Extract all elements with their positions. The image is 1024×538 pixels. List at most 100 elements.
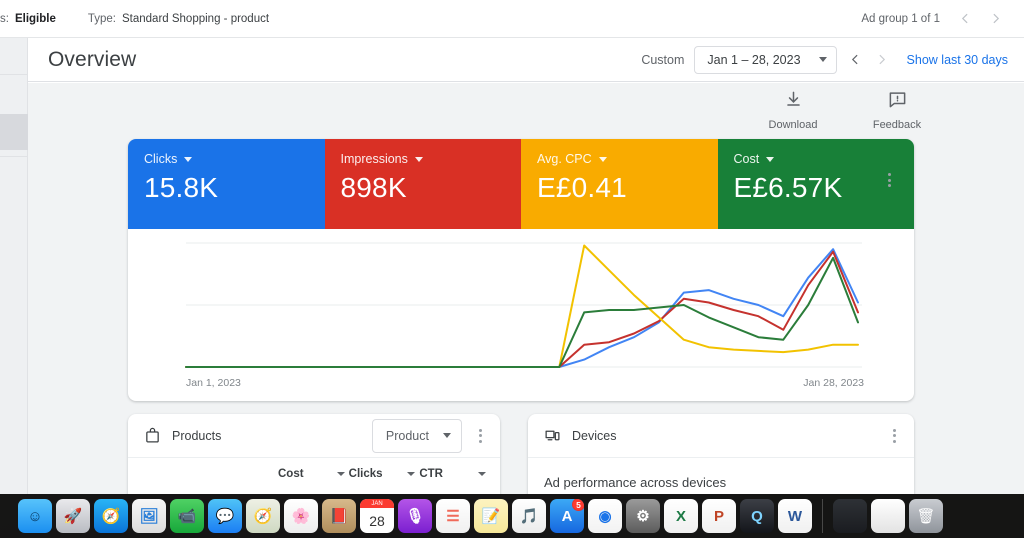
- metric-tile-clicks[interactable]: Clicks 15.8K: [128, 139, 325, 229]
- dock-item-facetime[interactable]: 📹: [170, 499, 204, 533]
- dock-item-messages[interactable]: 💬: [208, 499, 242, 533]
- date-nav: [843, 47, 895, 73]
- metric-name: Clicks: [144, 152, 178, 166]
- download-button[interactable]: Download: [762, 90, 824, 131]
- dock-item-excel[interactable]: X: [664, 499, 698, 533]
- finder-icon: ☺: [27, 507, 43, 525]
- chevron-down-icon: [336, 472, 345, 476]
- chevron-left-icon[interactable]: [952, 6, 978, 32]
- chevron-down-icon: [407, 472, 416, 476]
- word-icon: W: [787, 507, 803, 525]
- dock-item-photos[interactable]: 🌸: [284, 499, 318, 533]
- dock-minimized-terminal-window[interactable]: [833, 499, 867, 533]
- type-value: Standard Shopping - product: [122, 12, 270, 25]
- product-segment-select[interactable]: Product: [371, 418, 462, 453]
- products-panel-header: Products Product: [128, 414, 500, 458]
- devices-panel-body: Ad performance across devices: [528, 458, 914, 492]
- column-header-ctr[interactable]: CTR: [419, 468, 487, 480]
- dock-item-safari[interactable]: 🧭: [94, 499, 128, 533]
- sidebar-item-selected[interactable]: [0, 114, 28, 150]
- metric-name: Avg. CPC: [537, 152, 592, 166]
- ad-group-pager: Ad group 1 of 1: [861, 6, 1024, 32]
- app-store-icon: A: [561, 507, 573, 525]
- dock-item-itunes[interactable]: 🎵: [512, 499, 546, 533]
- devices-description: Ad performance across devices: [544, 475, 727, 490]
- dock-item-launchpad[interactable]: 🚀: [56, 499, 90, 533]
- dock-item-system-prefs[interactable]: ⚙: [626, 499, 660, 533]
- trash-icon: 🗑: [916, 508, 936, 525]
- system-prefs-icon: ⚙: [636, 508, 650, 525]
- devices-panel-header: Devices: [528, 414, 914, 458]
- date-range-picker[interactable]: Jan 1 – 28, 2023: [694, 45, 837, 74]
- dock-item-app-store[interactable]: A5: [550, 499, 584, 533]
- column-header-cost[interactable]: Cost: [278, 468, 345, 480]
- chevron-down-icon[interactable]: [766, 156, 775, 162]
- chart-canvas: [185, 242, 862, 368]
- metric-tile-header: Cost: [734, 152, 915, 166]
- dock-item-maps[interactable]: 🧭: [246, 499, 280, 533]
- performance-chart: Jan 1, 2023 Jan 28, 2023: [128, 229, 914, 401]
- dock-item-notes[interactable]: 📝: [474, 499, 508, 533]
- dot: [887, 184, 891, 187]
- excel-icon: X: [675, 507, 686, 525]
- chevron-down-icon: [443, 433, 451, 438]
- powerpoint-icon: P: [713, 507, 724, 525]
- dot: [887, 178, 891, 182]
- dock-item-powerpoint[interactable]: P: [702, 499, 736, 533]
- dock-item-contacts[interactable]: 📕: [322, 499, 356, 533]
- launchpad-icon: 🚀: [63, 508, 83, 525]
- sidebar-rail[interactable]: [0, 38, 28, 494]
- dock-item-quicktime[interactable]: Q: [740, 499, 774, 533]
- date-range-value: Jan 1 – 28, 2023: [707, 52, 801, 67]
- dock-item-podcasts[interactable]: 🎙: [398, 499, 432, 533]
- dock-item-trash[interactable]: 🗑: [909, 499, 943, 533]
- dock-item-word[interactable]: W: [778, 499, 812, 533]
- dock-item-chrome[interactable]: ◉: [588, 499, 622, 533]
- calendar-month: JAN: [360, 499, 394, 508]
- metric-tile-impressions[interactable]: Impressions 898K: [324, 139, 522, 229]
- date-controls: Custom Jan 1 – 28, 2023 Show last 30 day…: [641, 45, 1024, 74]
- previous-period-button[interactable]: [843, 47, 869, 73]
- dot: [478, 439, 482, 443]
- metric-tile-avg-cpc[interactable]: Avg. CPC E£0.41: [521, 139, 718, 229]
- type-label: Type:: [87, 12, 116, 25]
- dock-item-calendar[interactable]: JAN 28: [360, 499, 394, 533]
- dot: [887, 173, 891, 176]
- chevron-down-icon[interactable]: [184, 156, 193, 162]
- calendar-day: 28: [369, 512, 385, 529]
- status-value: Eligible: [14, 12, 56, 25]
- notes-icon: 📝: [481, 508, 501, 525]
- next-period-button[interactable]: [869, 47, 895, 73]
- dock-minimized-spreadsheet-window[interactable]: [871, 499, 905, 533]
- dock-separator: [822, 499, 823, 533]
- devices-panel-title: Devices: [572, 428, 617, 443]
- chevron-down-icon[interactable]: [598, 156, 607, 162]
- show-last-30-days-link[interactable]: Show last 30 days: [907, 53, 1008, 67]
- screen: s: Eligible Type: Standard Shopping - pr…: [0, 0, 1024, 538]
- custom-range-label: Custom: [641, 52, 685, 67]
- messages-icon: 💬: [215, 508, 235, 525]
- download-label: Download: [768, 119, 818, 131]
- column-header-clicks[interactable]: Clicks: [349, 468, 416, 480]
- dock-item-reminders[interactable]: ☰: [436, 499, 470, 533]
- x-axis-start-label: Jan 1, 2023: [186, 377, 241, 389]
- metric-value: 898K: [340, 172, 407, 203]
- more-vert-icon[interactable]: [880, 422, 908, 450]
- dock-item-preview[interactable]: 🖼: [132, 499, 166, 533]
- status-label: s:: [0, 12, 9, 25]
- dock-badge: 5: [572, 499, 584, 511]
- feedback-button[interactable]: Feedback: [866, 90, 928, 131]
- chevron-down-icon[interactable]: [414, 156, 423, 162]
- dock-item-finder[interactable]: ☺: [18, 499, 52, 533]
- more-vert-icon[interactable]: [466, 422, 494, 450]
- metric-value: E£0.41: [537, 172, 627, 203]
- metric-name: Cost: [733, 152, 760, 166]
- ad-group-counter: Ad group 1 of 1: [861, 12, 940, 25]
- more-vert-icon[interactable]: [874, 165, 904, 195]
- chart-line-clicks: [185, 248, 859, 368]
- dot: [892, 428, 896, 432]
- chevron-right-icon[interactable]: [982, 6, 1008, 32]
- metric-tiles: Clicks 15.8K Impressions 898K Avg. CPC E…: [128, 139, 914, 229]
- metric-tile-header: Impressions: [341, 152, 522, 166]
- metric-value: 15.8K: [144, 172, 219, 203]
